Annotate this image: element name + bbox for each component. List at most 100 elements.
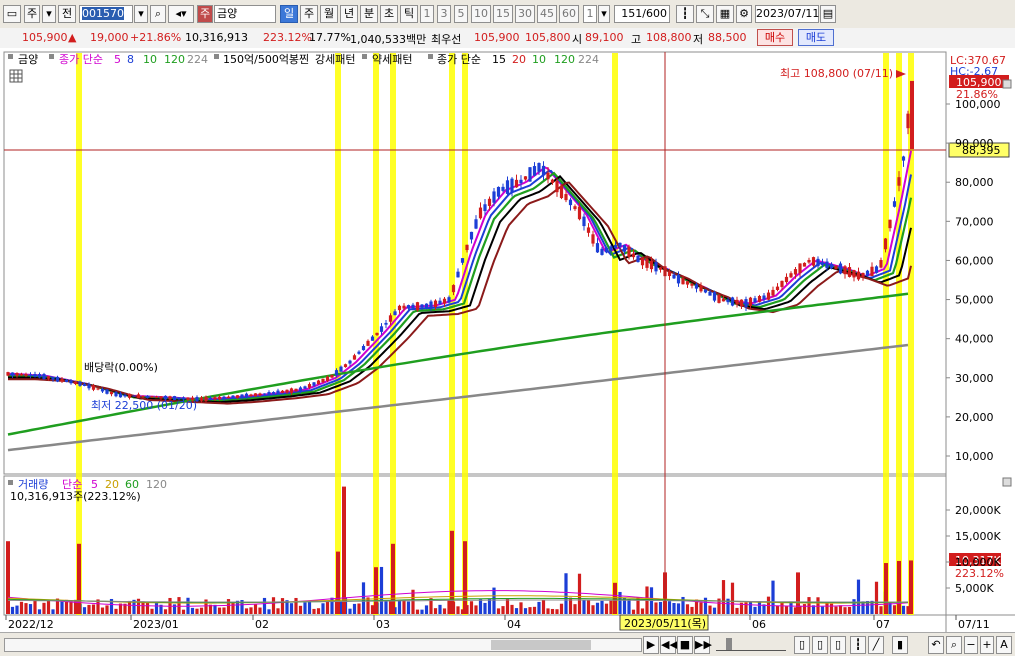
volume-bar xyxy=(312,608,316,614)
market-dropdown-icon[interactable]: ▾ xyxy=(42,5,56,23)
candle-body xyxy=(469,231,474,240)
draw-icon[interactable]: ⤡ xyxy=(696,5,714,23)
zoom-in-icon[interactable]: + xyxy=(980,636,994,654)
stock-code-input[interactable]: 001570 xyxy=(79,5,133,23)
candle-body xyxy=(24,374,28,376)
panel-collapse-icon[interactable] xyxy=(1002,477,1012,487)
bar-count-field[interactable]: 151/600 xyxy=(614,5,670,23)
high-label: 고 xyxy=(631,33,642,46)
period-day[interactable]: 일 xyxy=(280,5,298,23)
volume-bar xyxy=(816,597,820,614)
candle-body xyxy=(285,389,289,393)
period-minute[interactable]: 분 xyxy=(360,5,378,23)
gear-icon[interactable]: ⚙ xyxy=(736,5,752,23)
volume-bar xyxy=(807,597,811,614)
volume-bar xyxy=(478,599,483,614)
search-icon[interactable]: ⌕ xyxy=(150,5,166,23)
volume-bar xyxy=(145,602,150,614)
layout-icon-3[interactable]: ▯ xyxy=(830,636,846,654)
interval-3[interactable]: 3 xyxy=(437,5,451,23)
stock-name-field[interactable]: 금양 xyxy=(214,5,276,23)
date-field[interactable]: 2023/07/11 xyxy=(755,5,819,23)
candle-body xyxy=(748,297,753,306)
code-dropdown-icon[interactable]: ▾ xyxy=(134,5,148,23)
stop-icon[interactable]: ■ xyxy=(677,636,693,654)
market-select[interactable]: 주 xyxy=(24,5,40,23)
chart-type-icon[interactable]: ┇ xyxy=(850,636,866,654)
panel-collapse-icon[interactable] xyxy=(1002,79,1012,89)
stock-chart[interactable]: 금양 종가 단순 5 8 10 120 224 150억/500억봉찐 강세패턴… xyxy=(0,48,1015,632)
period-tick[interactable]: 틱 xyxy=(400,5,418,23)
rewind-icon[interactable]: ◀◀ xyxy=(660,636,678,654)
candle-body xyxy=(789,273,793,278)
period-month[interactable]: 월 xyxy=(320,5,338,23)
period-second[interactable]: 초 xyxy=(380,5,398,23)
forward-icon[interactable]: ▶▶ xyxy=(694,636,712,654)
interval-45[interactable]: 45 xyxy=(537,5,557,23)
volume-bar xyxy=(699,602,703,614)
scroll-thumb[interactable] xyxy=(491,640,591,650)
volume-bar xyxy=(676,603,681,614)
volume-bar xyxy=(316,608,321,614)
calendar-icon[interactable]: ▤ xyxy=(820,5,836,23)
volume-bar xyxy=(492,587,496,614)
interval-5[interactable]: 5 xyxy=(454,5,468,23)
candle-body xyxy=(204,396,208,402)
volume-bar xyxy=(748,601,753,614)
candle-body xyxy=(118,393,123,398)
candle-body xyxy=(636,255,640,263)
interval-10[interactable]: 10 xyxy=(471,5,491,23)
bar-view-icon[interactable]: ▮ xyxy=(892,636,908,654)
candle-body xyxy=(726,299,730,303)
table-icon[interactable] xyxy=(9,69,23,83)
window-icon[interactable]: ▭ xyxy=(3,5,21,23)
candle-body xyxy=(37,374,42,378)
layout-icon-1[interactable]: ▯ xyxy=(794,636,810,654)
buy-button[interactable]: 매수 xyxy=(757,29,793,46)
text-size-icon[interactable]: A xyxy=(996,636,1012,654)
prev-button[interactable]: 전 xyxy=(58,5,76,23)
speaker-icon[interactable]: ◂▾ xyxy=(168,5,194,23)
sell-button[interactable]: 매도 xyxy=(798,29,834,46)
interval-1[interactable]: 1 xyxy=(420,5,434,23)
zoom-out-icon[interactable]: − xyxy=(964,636,978,654)
candle-body xyxy=(591,234,595,244)
candle-body xyxy=(406,305,411,309)
candle-body xyxy=(699,285,703,292)
count-unit-dropdown-icon[interactable]: ▾ xyxy=(598,5,610,23)
candle-body xyxy=(879,260,883,268)
layout-icon-2[interactable]: ▯ xyxy=(812,636,828,654)
candle-body xyxy=(559,185,564,199)
play-icon[interactable]: ▶ xyxy=(643,636,659,654)
candle-body xyxy=(541,165,546,176)
zoom-slider-thumb[interactable] xyxy=(726,638,732,650)
volume-bar xyxy=(298,605,303,614)
grid-icon[interactable]: ▦ xyxy=(716,5,734,23)
volume-bar xyxy=(586,600,591,614)
count-unit-input[interactable]: 1 xyxy=(583,5,597,23)
period-week[interactable]: 주 xyxy=(300,5,318,23)
turnover-rate: 17.77% xyxy=(309,31,351,44)
volume-bar xyxy=(595,602,600,614)
legend-ma-10: 10 xyxy=(143,53,157,66)
candle-body xyxy=(757,295,762,302)
period-year[interactable]: 년 xyxy=(340,5,358,23)
volume-bar xyxy=(532,606,537,614)
undo-icon[interactable]: ↶ xyxy=(928,636,944,654)
legend-box-icon xyxy=(8,480,13,485)
volume-bar-spike xyxy=(374,567,378,614)
interval-30[interactable]: 30 xyxy=(515,5,535,23)
search-icon[interactable]: ⌕ xyxy=(946,636,962,654)
zoom-slider[interactable] xyxy=(716,638,786,651)
candle-body xyxy=(762,295,766,300)
line-chart-icon[interactable]: ╱ xyxy=(868,636,884,654)
volume-tick-label: 20,000K xyxy=(955,504,1001,517)
candle-icon[interactable]: ┇ xyxy=(676,5,694,23)
candle-body xyxy=(717,294,721,303)
dividend-annotation: 배당락(0.00%) xyxy=(84,361,158,374)
horizontal-scrollbar[interactable] xyxy=(4,638,642,652)
candle-body xyxy=(577,206,582,220)
interval-60[interactable]: 60 xyxy=(559,5,579,23)
interval-15[interactable]: 15 xyxy=(493,5,513,23)
volume-bar xyxy=(487,598,492,614)
